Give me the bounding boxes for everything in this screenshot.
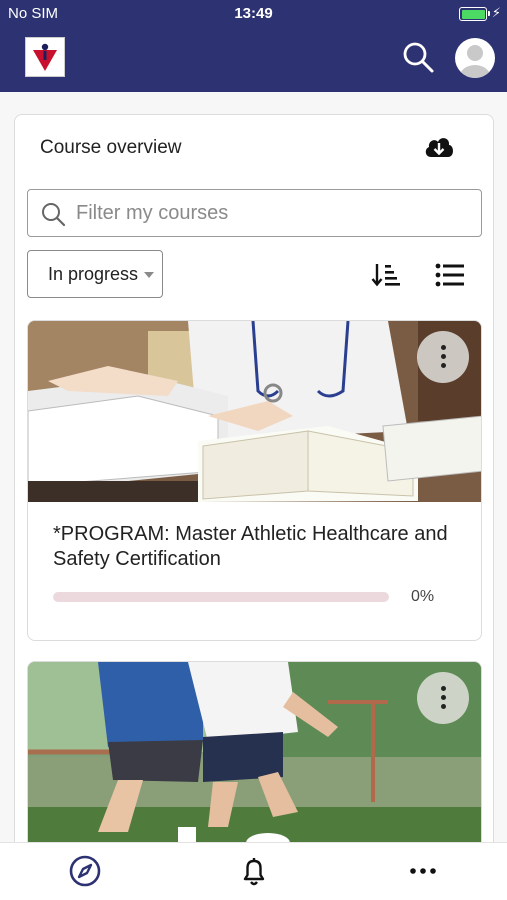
chevron-down-icon <box>144 272 154 278</box>
battery-icon <box>459 7 490 21</box>
course-progress-bar <box>53 592 389 602</box>
search-icon[interactable] <box>401 40 435 74</box>
compass-icon[interactable] <box>67 853 103 889</box>
user-avatar-icon[interactable] <box>455 38 495 78</box>
bottom-navigation <box>0 842 507 900</box>
filter-courses-field <box>27 189 482 237</box>
more-horizontal-icon[interactable] <box>405 853 441 889</box>
filter-courses-input[interactable] <box>76 198 476 228</box>
clock-label: 13:49 <box>234 5 273 22</box>
course-status-select[interactable]: In progress <box>27 250 163 298</box>
brand-logo-icon[interactable] <box>25 37 65 77</box>
sort-icon[interactable] <box>371 261 401 289</box>
more-vertical-icon[interactable] <box>417 672 469 724</box>
search-icon <box>40 201 66 227</box>
list-view-icon[interactable] <box>435 263 465 287</box>
course-card[interactable]: *PROGRAM: Master Athletic Healthcare and… <box>27 320 482 641</box>
course-overview-card: Course overview In progress <box>14 114 494 842</box>
course-title[interactable]: *PROGRAM: Master Athletic Healthcare and… <box>53 522 463 572</box>
course-image <box>28 321 481 502</box>
more-vertical-icon[interactable] <box>417 331 469 383</box>
charging-icon: ⚡︎ <box>491 5 501 20</box>
course-overview-title: Course overview <box>40 137 182 158</box>
course-progress-label: 0% <box>411 588 435 605</box>
course-image <box>28 662 481 842</box>
cloud-download-icon[interactable] <box>423 133 455 161</box>
course-card[interactable] <box>27 661 482 842</box>
bell-icon[interactable] <box>236 853 272 889</box>
status-bar: No SIM 13:49 ⚡︎ <box>0 0 507 28</box>
main-content[interactable]: Course overview In progress <box>0 92 507 842</box>
course-status-select-value: In progress <box>48 264 139 284</box>
app-header: No SIM 13:49 ⚡︎ <box>0 0 507 92</box>
